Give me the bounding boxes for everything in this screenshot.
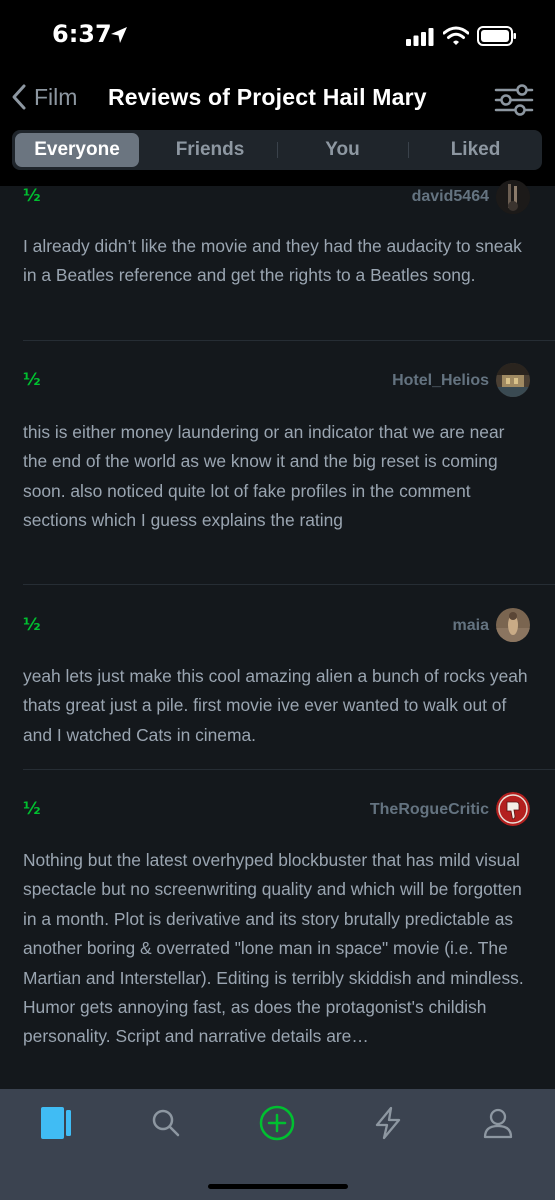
segment-divider (277, 142, 278, 158)
tab-films[interactable] (32, 1103, 80, 1143)
back-button[interactable]: Film (10, 82, 77, 112)
tab-friends[interactable]: Friends (146, 133, 274, 167)
status-time: 6:37 (52, 20, 112, 48)
tab-search[interactable] (142, 1103, 190, 1143)
page-title: Reviews of Project Hail Mary (108, 84, 427, 110)
chevron-left-icon (12, 84, 26, 110)
tab-add[interactable] (253, 1103, 301, 1143)
review-divider (23, 584, 555, 585)
battery-icon (477, 26, 516, 46)
review-author[interactable]: TheRogueCritic (370, 801, 489, 819)
search-icon (152, 1109, 180, 1137)
home-indicator[interactable] (208, 1184, 348, 1189)
avatar-image (496, 608, 530, 642)
review-text: this is either money laundering or an in… (23, 422, 505, 531)
review-author[interactable]: david5464 (412, 188, 489, 206)
review-text: I already didn’t like the movie and they… (23, 236, 522, 286)
review-rating: ½ (23, 799, 41, 819)
add-icon (259, 1105, 295, 1141)
segment-divider (408, 142, 409, 158)
tab-profile[interactable] (474, 1103, 522, 1143)
tab-you[interactable]: You (280, 133, 405, 167)
tab-everyone[interactable]: Everyone (15, 133, 139, 167)
header: 6:37 Film Reviews of Project Hail Mary E… (0, 0, 555, 186)
cellular-signal-icon (406, 28, 434, 46)
wifi-icon (443, 26, 469, 45)
avatar[interactable] (496, 363, 530, 397)
tab-liked[interactable]: Liked (412, 133, 539, 167)
review-rating: ½ (23, 186, 41, 206)
review-text: yeah lets just make this cool amazing al… (23, 666, 528, 745)
thumbs-down-avatar-icon (496, 792, 530, 826)
tab-activity[interactable] (364, 1103, 412, 1143)
review-rating: ½ (23, 370, 41, 390)
review-divider (23, 769, 555, 770)
activity-icon (375, 1106, 401, 1140)
avatar-image (496, 180, 530, 214)
avatar[interactable] (496, 792, 530, 826)
location-arrow-icon (111, 27, 127, 43)
review-author[interactable]: maia (453, 617, 489, 635)
filter-segmented-control: Everyone Friends You Liked (12, 130, 542, 170)
profile-icon (483, 1108, 513, 1139)
nav-bar: Film Reviews of Project Hail Mary (0, 76, 555, 124)
avatar-image (496, 363, 530, 397)
review-divider (23, 340, 555, 341)
review-rating: ½ (23, 615, 41, 635)
back-label: Film (34, 83, 78, 110)
review-author[interactable]: Hotel_Helios (392, 372, 489, 390)
status-bar: 6:37 (0, 0, 555, 72)
filter-sliders-icon[interactable] (494, 84, 534, 116)
avatar[interactable] (496, 608, 530, 642)
review-text: Nothing but the latest overhyped blockbu… (23, 850, 524, 1047)
avatar[interactable] (496, 180, 530, 214)
films-icon (41, 1107, 71, 1139)
